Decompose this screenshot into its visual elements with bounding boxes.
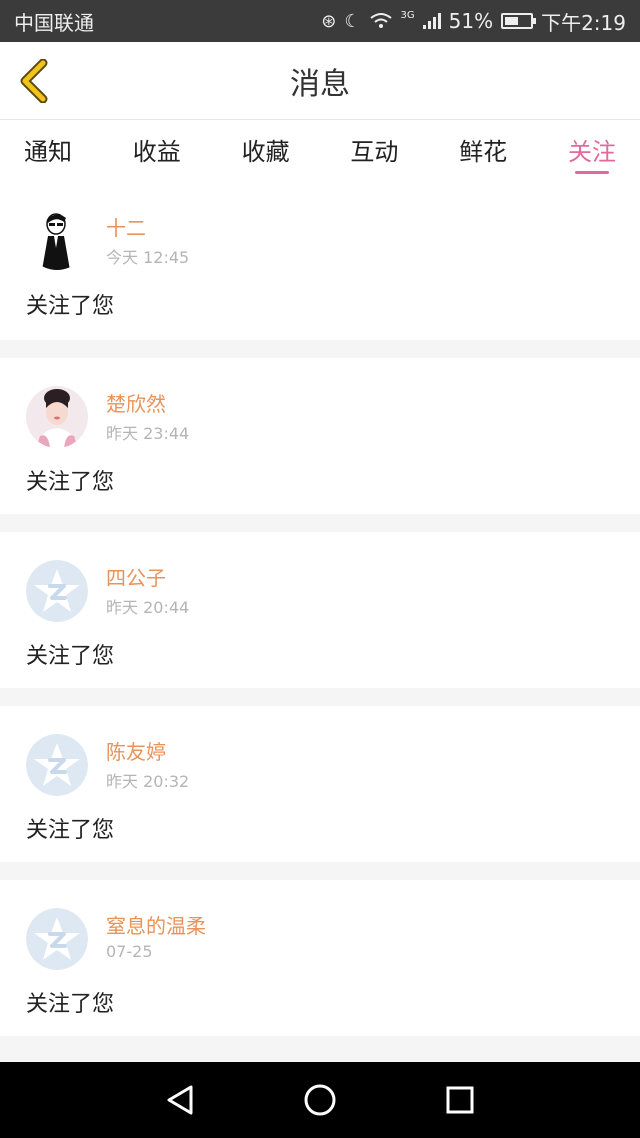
moon-icon: ☾: [344, 10, 361, 32]
default-star-avatar-icon: [26, 908, 88, 970]
user-name[interactable]: 陈友婷: [106, 736, 166, 765]
message-text: 关注了您: [26, 818, 115, 843]
tab-following[interactable]: 关注: [568, 120, 616, 182]
network-type-label: 3G: [400, 9, 415, 21]
timestamp: 07-25: [106, 942, 153, 961]
status-icons: ⊛ ☾ 3G 51% 下午2:19: [321, 7, 626, 36]
tab-interactions[interactable]: 互动: [350, 120, 398, 182]
avatar[interactable]: [26, 734, 88, 796]
tab-notice[interactable]: 通知: [24, 120, 72, 182]
default-star-avatar-icon: [26, 734, 88, 796]
girl-photo-avatar-icon: [26, 386, 88, 448]
tab-bar: 通知 收益 收藏 互动 鲜花 关注: [0, 120, 640, 182]
back-chevron-icon: [20, 59, 48, 103]
message-text: 关注了您: [26, 470, 115, 495]
timestamp: 今天 12:45: [106, 248, 190, 267]
tab-flowers[interactable]: 鲜花: [459, 120, 507, 182]
page-title: 消息: [290, 66, 350, 102]
list-item[interactable]: 四公子 昨天 20:44 关注了您: [0, 532, 640, 688]
data-saver-icon: ⊛: [321, 10, 337, 32]
user-name[interactable]: 四公子: [106, 562, 166, 591]
clock: 下午2:19: [541, 10, 626, 35]
timestamp: 昨天 23:44: [106, 424, 190, 443]
nav-back-button[interactable]: [160, 1080, 200, 1120]
avatar[interactable]: [26, 908, 88, 970]
follow-list: 十二 今天 12:45 关注了您 楚欣然 昨天 23:44 关注了您 四公子 昨…: [0, 182, 640, 1036]
avatar[interactable]: [26, 560, 88, 622]
nav-recents-button[interactable]: [440, 1080, 480, 1120]
battery-percent: 51%: [448, 9, 494, 33]
user-name[interactable]: 十二: [106, 212, 146, 241]
timestamp: 昨天 20:44: [106, 598, 190, 617]
square-recents-icon: [446, 1086, 474, 1114]
message-text: 关注了您: [26, 294, 115, 319]
tab-earnings[interactable]: 收益: [133, 120, 181, 182]
default-star-avatar-icon: [26, 560, 88, 622]
list-item[interactable]: 陈友婷 昨天 20:32 关注了您: [0, 706, 640, 862]
tab-favorites[interactable]: 收藏: [242, 120, 290, 182]
nav-home-button[interactable]: [300, 1080, 340, 1120]
triangle-back-icon: [167, 1085, 193, 1115]
battery-icon: [501, 13, 537, 29]
user-name[interactable]: 楚欣然: [106, 388, 166, 417]
message-text: 关注了您: [26, 992, 115, 1017]
header: 消息: [0, 42, 640, 120]
signal-icon: [422, 13, 441, 29]
cartoon-man-avatar-icon: [26, 208, 88, 270]
list-item[interactable]: 窒息的温柔 07-25 关注了您: [0, 880, 640, 1036]
timestamp: 昨天 20:32: [106, 772, 190, 791]
wifi-icon: [369, 13, 392, 28]
circle-home-icon: [304, 1084, 336, 1116]
list-item[interactable]: 十二 今天 12:45 关注了您: [0, 182, 640, 340]
avatar[interactable]: [26, 386, 88, 448]
message-text: 关注了您: [26, 644, 115, 669]
carrier-label: 中国联通: [14, 10, 94, 35]
status-bar: 中国联通 ⊛ ☾ 3G 51% 下午2:19: [0, 0, 640, 42]
back-button[interactable]: [14, 56, 54, 106]
avatar[interactable]: [26, 208, 88, 270]
list-item[interactable]: 楚欣然 昨天 23:44 关注了您: [0, 358, 640, 514]
user-name[interactable]: 窒息的温柔: [106, 910, 206, 939]
system-navigation-bar: [0, 1062, 640, 1138]
